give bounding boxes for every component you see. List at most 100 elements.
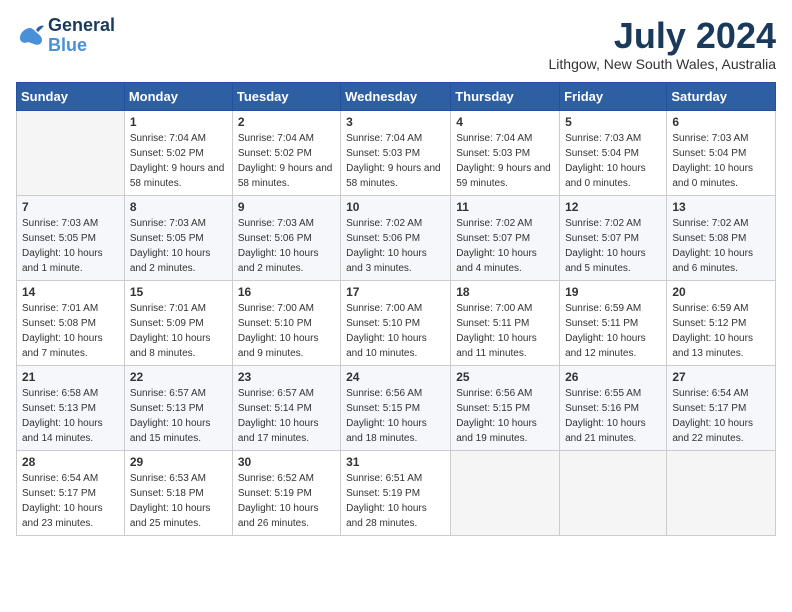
day-number: 11 — [456, 200, 554, 214]
day-header-thursday: Thursday — [451, 82, 560, 110]
calendar-cell: 31 Sunrise: 6:51 AMSunset: 5:19 PMDayligh… — [341, 450, 451, 535]
calendar-cell: 21 Sunrise: 6:58 AMSunset: 5:13 PMDayligh… — [17, 365, 125, 450]
day-number: 22 — [130, 370, 227, 384]
day-number: 23 — [238, 370, 335, 384]
day-info: Sunrise: 6:56 AMSunset: 5:15 PMDaylight:… — [346, 386, 445, 446]
calendar-cell: 10 Sunrise: 7:02 AMSunset: 5:06 PMDayligh… — [341, 195, 451, 280]
day-number: 1 — [130, 115, 227, 129]
day-number: 15 — [130, 285, 227, 299]
calendar-cell: 9 Sunrise: 7:03 AMSunset: 5:06 PMDaylight… — [232, 195, 340, 280]
day-info: Sunrise: 7:04 AMSunset: 5:02 PMDaylight:… — [238, 131, 335, 191]
day-info: Sunrise: 7:01 AMSunset: 5:09 PMDaylight:… — [130, 301, 227, 361]
day-number: 18 — [456, 285, 554, 299]
calendar-cell — [451, 450, 560, 535]
day-number: 28 — [22, 455, 119, 469]
calendar-cell — [667, 450, 776, 535]
calendar-cell: 11 Sunrise: 7:02 AMSunset: 5:07 PMDayligh… — [451, 195, 560, 280]
day-info: Sunrise: 7:03 AMSunset: 5:04 PMDaylight:… — [565, 131, 661, 191]
title-area: July 2024 Lithgow, New South Wales, Aust… — [549, 16, 777, 72]
day-info: Sunrise: 6:57 AMSunset: 5:13 PMDaylight:… — [130, 386, 227, 446]
day-number: 26 — [565, 370, 661, 384]
calendar-cell: 13 Sunrise: 7:02 AMSunset: 5:08 PMDayligh… — [667, 195, 776, 280]
day-number: 31 — [346, 455, 445, 469]
day-number: 13 — [672, 200, 770, 214]
location: Lithgow, New South Wales, Australia — [549, 56, 777, 72]
calendar-cell — [560, 450, 667, 535]
day-number: 8 — [130, 200, 227, 214]
day-info: Sunrise: 7:03 AMSunset: 5:06 PMDaylight:… — [238, 216, 335, 276]
day-info: Sunrise: 7:04 AMSunset: 5:02 PMDaylight:… — [130, 131, 227, 191]
calendar-cell: 15 Sunrise: 7:01 AMSunset: 5:09 PMDayligh… — [124, 280, 232, 365]
day-number: 7 — [22, 200, 119, 214]
day-info: Sunrise: 7:02 AMSunset: 5:06 PMDaylight:… — [346, 216, 445, 276]
day-info: Sunrise: 6:51 AMSunset: 5:19 PMDaylight:… — [346, 471, 445, 531]
day-info: Sunrise: 6:58 AMSunset: 5:13 PMDaylight:… — [22, 386, 119, 446]
logo: GeneralBlue — [16, 16, 115, 56]
logo-text: GeneralBlue — [48, 16, 115, 56]
page-header: GeneralBlue July 2024 Lithgow, New South… — [16, 16, 776, 72]
day-info: Sunrise: 7:00 AMSunset: 5:10 PMDaylight:… — [238, 301, 335, 361]
day-info: Sunrise: 7:02 AMSunset: 5:07 PMDaylight:… — [565, 216, 661, 276]
month-title: July 2024 — [549, 16, 777, 56]
day-number: 27 — [672, 370, 770, 384]
day-number: 21 — [22, 370, 119, 384]
day-number: 17 — [346, 285, 445, 299]
day-info: Sunrise: 7:04 AMSunset: 5:03 PMDaylight:… — [456, 131, 554, 191]
day-number: 12 — [565, 200, 661, 214]
calendar-cell: 6Sunrise: 7:03 AMSunset: 5:04 PMDaylight… — [667, 110, 776, 195]
day-number: 19 — [565, 285, 661, 299]
day-info: Sunrise: 6:56 AMSunset: 5:15 PMDaylight:… — [456, 386, 554, 446]
calendar-cell: 23 Sunrise: 6:57 AMSunset: 5:14 PMDayligh… — [232, 365, 340, 450]
calendar-week-5: 28 Sunrise: 6:54 AMSunset: 5:17 PMDayligh… — [17, 450, 776, 535]
calendar-header-row: SundayMondayTuesdayWednesdayThursdayFrid… — [17, 82, 776, 110]
calendar-cell: 22 Sunrise: 6:57 AMSunset: 5:13 PMDayligh… — [124, 365, 232, 450]
day-header-saturday: Saturday — [667, 82, 776, 110]
day-header-monday: Monday — [124, 82, 232, 110]
day-number: 30 — [238, 455, 335, 469]
day-info: Sunrise: 6:53 AMSunset: 5:18 PMDaylight:… — [130, 471, 227, 531]
day-number: 2 — [238, 115, 335, 129]
day-info: Sunrise: 6:59 AMSunset: 5:12 PMDaylight:… — [672, 301, 770, 361]
day-info: Sunrise: 6:59 AMSunset: 5:11 PMDaylight:… — [565, 301, 661, 361]
calendar-cell: 26 Sunrise: 6:55 AMSunset: 5:16 PMDayligh… — [560, 365, 667, 450]
day-info: Sunrise: 6:57 AMSunset: 5:14 PMDaylight:… — [238, 386, 335, 446]
calendar-cell: 17 Sunrise: 7:00 AMSunset: 5:10 PMDayligh… — [341, 280, 451, 365]
day-info: Sunrise: 7:02 AMSunset: 5:07 PMDaylight:… — [456, 216, 554, 276]
calendar-cell: 4 Sunrise: 7:04 AMSunset: 5:03 PMDaylight… — [451, 110, 560, 195]
day-info: Sunrise: 7:01 AMSunset: 5:08 PMDaylight:… — [22, 301, 119, 361]
calendar-cell: 28 Sunrise: 6:54 AMSunset: 5:17 PMDayligh… — [17, 450, 125, 535]
calendar-week-4: 21 Sunrise: 6:58 AMSunset: 5:13 PMDayligh… — [17, 365, 776, 450]
day-number: 9 — [238, 200, 335, 214]
day-number: 6 — [672, 115, 770, 129]
day-header-friday: Friday — [560, 82, 667, 110]
day-info: Sunrise: 7:04 AMSunset: 5:03 PMDaylight:… — [346, 131, 445, 191]
day-info: Sunrise: 7:02 AMSunset: 5:08 PMDaylight:… — [672, 216, 770, 276]
calendar-cell: 14Sunrise: 7:01 AMSunset: 5:08 PMDayligh… — [17, 280, 125, 365]
calendar-cell: 30 Sunrise: 6:52 AMSunset: 5:19 PMDayligh… — [232, 450, 340, 535]
day-header-tuesday: Tuesday — [232, 82, 340, 110]
calendar-table: SundayMondayTuesdayWednesdayThursdayFrid… — [16, 82, 776, 536]
day-number: 24 — [346, 370, 445, 384]
day-info: Sunrise: 6:55 AMSunset: 5:16 PMDaylight:… — [565, 386, 661, 446]
calendar-cell: 18Sunrise: 7:00 AMSunset: 5:11 PMDayligh… — [451, 280, 560, 365]
day-number: 5 — [565, 115, 661, 129]
day-number: 4 — [456, 115, 554, 129]
calendar-cell: 2 Sunrise: 7:04 AMSunset: 5:02 PMDaylight… — [232, 110, 340, 195]
calendar-cell: 1 Sunrise: 7:04 AMSunset: 5:02 PMDaylight… — [124, 110, 232, 195]
day-header-wednesday: Wednesday — [341, 82, 451, 110]
day-number: 10 — [346, 200, 445, 214]
calendar-cell: 24 Sunrise: 6:56 AMSunset: 5:15 PMDayligh… — [341, 365, 451, 450]
day-info: Sunrise: 6:54 AMSunset: 5:17 PMDaylight:… — [22, 471, 119, 531]
calendar-cell: 27Sunrise: 6:54 AMSunset: 5:17 PMDayligh… — [667, 365, 776, 450]
day-number: 20 — [672, 285, 770, 299]
day-info: Sunrise: 6:52 AMSunset: 5:19 PMDaylight:… — [238, 471, 335, 531]
day-number: 25 — [456, 370, 554, 384]
day-info: Sunrise: 7:00 AMSunset: 5:10 PMDaylight:… — [346, 301, 445, 361]
calendar-week-1: 1 Sunrise: 7:04 AMSunset: 5:02 PMDaylight… — [17, 110, 776, 195]
calendar-cell: 5 Sunrise: 7:03 AMSunset: 5:04 PMDaylight… — [560, 110, 667, 195]
logo-bird-icon — [16, 22, 44, 50]
calendar-cell: 25 Sunrise: 6:56 AMSunset: 5:15 PMDayligh… — [451, 365, 560, 450]
day-number: 3 — [346, 115, 445, 129]
calendar-cell: 16Sunrise: 7:00 AMSunset: 5:10 PMDayligh… — [232, 280, 340, 365]
calendar-cell: 7Sunrise: 7:03 AMSunset: 5:05 PMDaylight… — [17, 195, 125, 280]
